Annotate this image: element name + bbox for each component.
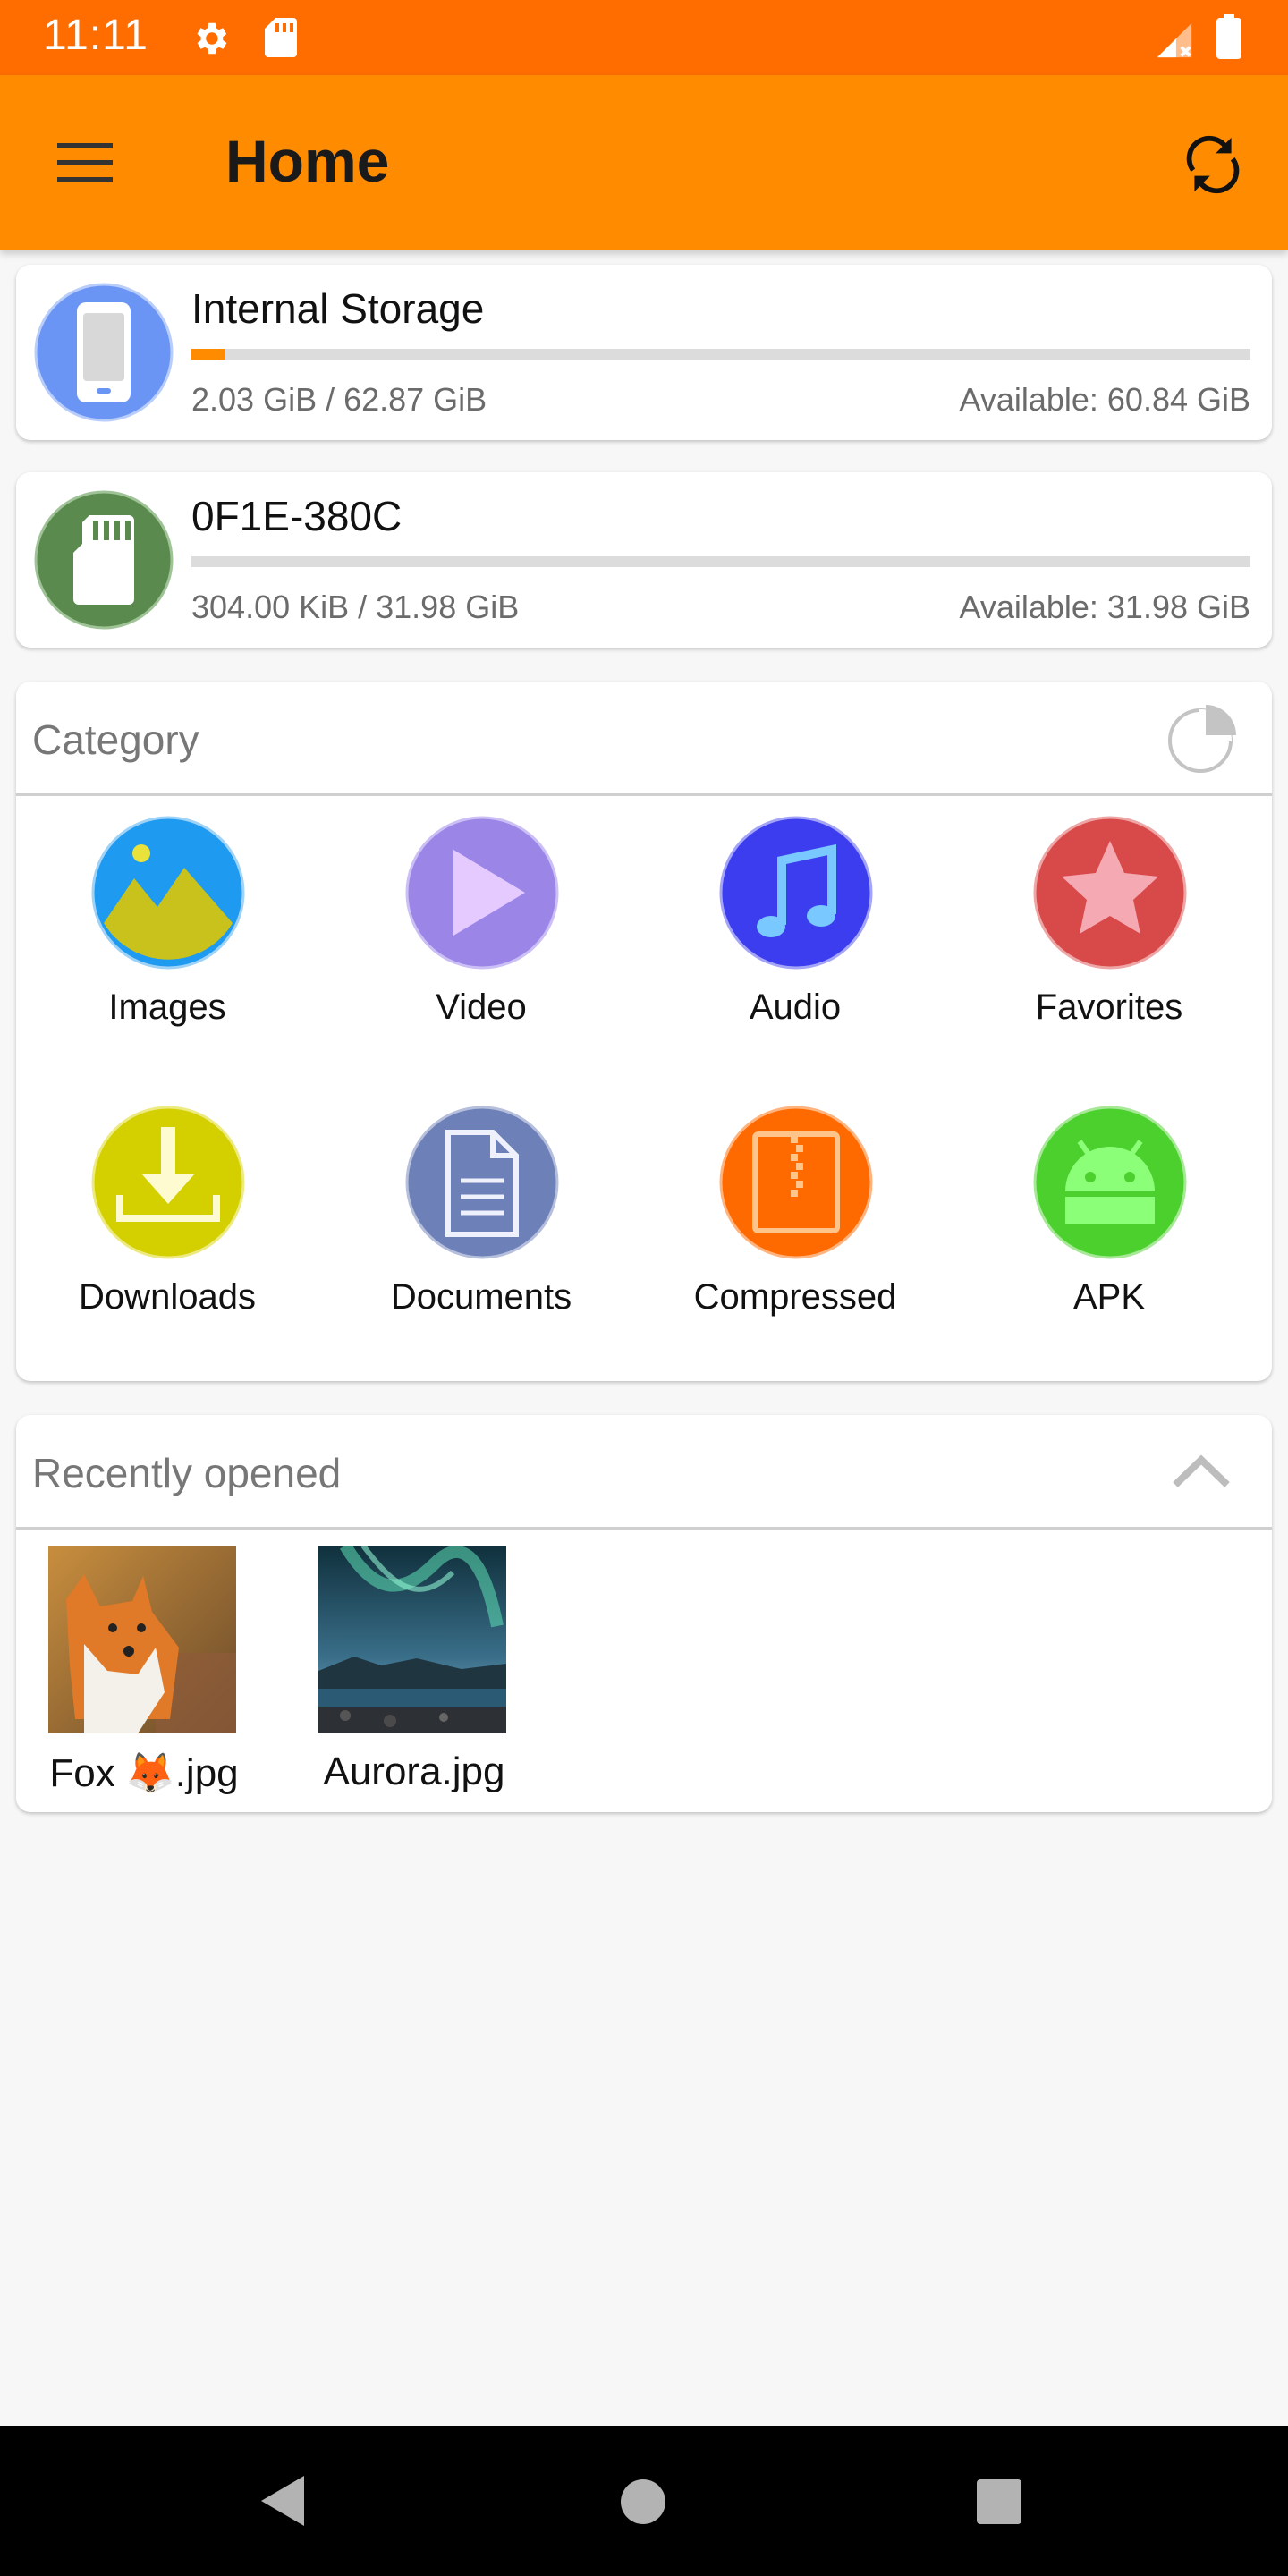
android-icon bbox=[1033, 1106, 1187, 1259]
storage-name: Internal Storage bbox=[191, 285, 485, 332]
category-label: Downloads bbox=[79, 1277, 256, 1317]
status-bar: 11:11 bbox=[0, 0, 1288, 75]
play-icon bbox=[405, 816, 559, 970]
category-video[interactable]: Video bbox=[334, 816, 629, 1039]
fox-photo bbox=[48, 1546, 236, 1733]
image-icon bbox=[91, 816, 245, 970]
category-label: Video bbox=[436, 987, 527, 1027]
category-label: Documents bbox=[390, 1277, 572, 1317]
music-note-icon bbox=[719, 816, 873, 970]
settings-icon bbox=[197, 22, 227, 55]
storage-name: 0F1E-380C bbox=[191, 493, 402, 539]
storage-available: Available: 60.84 GiB bbox=[959, 381, 1250, 418]
recent-item-name: Aurora.jpg bbox=[323, 1750, 505, 1793]
recents-icon[interactable] bbox=[977, 2479, 1021, 2524]
storage-card-sd[interactable]: 0F1E-380C 304.00 KiB / 31.98 GiB Availab… bbox=[16, 472, 1272, 648]
signal-icon bbox=[1157, 22, 1192, 58]
category-label: Audio bbox=[749, 987, 842, 1027]
category-apk[interactable]: APK bbox=[962, 1106, 1257, 1329]
archive-icon bbox=[719, 1106, 873, 1259]
recent-item-fox[interactable]: Fox 🦊.jpg bbox=[23, 1546, 247, 1814]
recent-card: Recently opened Fox 🦊.jpg Aurora.jpg bbox=[16, 1415, 1272, 1812]
storage-usage-bar bbox=[191, 349, 1250, 360]
recent-header[interactable]: Recently opened bbox=[16, 1415, 1272, 1530]
status-time: 11:11 bbox=[43, 12, 148, 59]
category-audio[interactable]: Audio bbox=[648, 816, 943, 1039]
recent-item-name: Fox 🦊.jpg bbox=[49, 1751, 239, 1795]
storage-available: Available: 31.98 GiB bbox=[959, 589, 1250, 625]
storage-usage-fill bbox=[191, 349, 225, 360]
storage-usage-bar bbox=[191, 556, 1250, 567]
storage-card-internal[interactable]: Internal Storage 2.03 GiB / 62.87 GiB Av… bbox=[16, 265, 1272, 440]
category-card: Category Images Video Audio Favorites Do… bbox=[16, 682, 1272, 1381]
home-icon[interactable] bbox=[621, 2479, 665, 2524]
category-title: Category bbox=[32, 716, 199, 763]
navigation-bar bbox=[0, 2426, 1288, 2576]
page-title: Home bbox=[225, 128, 390, 194]
category-documents[interactable]: Documents bbox=[334, 1106, 629, 1329]
category-images[interactable]: Images bbox=[20, 816, 315, 1039]
category-label: Images bbox=[108, 987, 226, 1027]
sd-card-icon bbox=[265, 18, 297, 57]
battery-icon bbox=[1216, 14, 1241, 59]
document-icon bbox=[405, 1106, 559, 1259]
category-label: Favorites bbox=[1035, 987, 1183, 1027]
category-compressed[interactable]: Compressed bbox=[648, 1106, 943, 1329]
menu-icon[interactable] bbox=[54, 138, 116, 188]
category-downloads[interactable]: Downloads bbox=[20, 1106, 315, 1329]
sd-card-icon bbox=[34, 490, 174, 630]
aurora-photo bbox=[318, 1546, 506, 1733]
category-favorites[interactable]: Favorites bbox=[962, 816, 1257, 1039]
chevron-up-icon[interactable] bbox=[1170, 1449, 1233, 1494]
category-label: APK bbox=[1072, 1277, 1146, 1317]
pie-chart-icon[interactable] bbox=[1165, 699, 1241, 776]
category-label: Compressed bbox=[693, 1277, 897, 1317]
phone-icon bbox=[34, 283, 174, 422]
storage-used: 304.00 KiB / 31.98 GiB bbox=[191, 589, 520, 625]
refresh-icon[interactable] bbox=[1179, 131, 1247, 199]
recent-item-aurora[interactable]: Aurora.jpg bbox=[293, 1546, 517, 1814]
category-header: Category bbox=[16, 682, 1272, 796]
download-icon bbox=[91, 1106, 245, 1259]
back-icon[interactable] bbox=[256, 2472, 309, 2529]
recent-title: Recently opened bbox=[32, 1450, 342, 1496]
storage-used: 2.03 GiB / 62.87 GiB bbox=[191, 381, 487, 418]
star-icon bbox=[1033, 816, 1187, 970]
app-bar: Home bbox=[0, 75, 1288, 250]
